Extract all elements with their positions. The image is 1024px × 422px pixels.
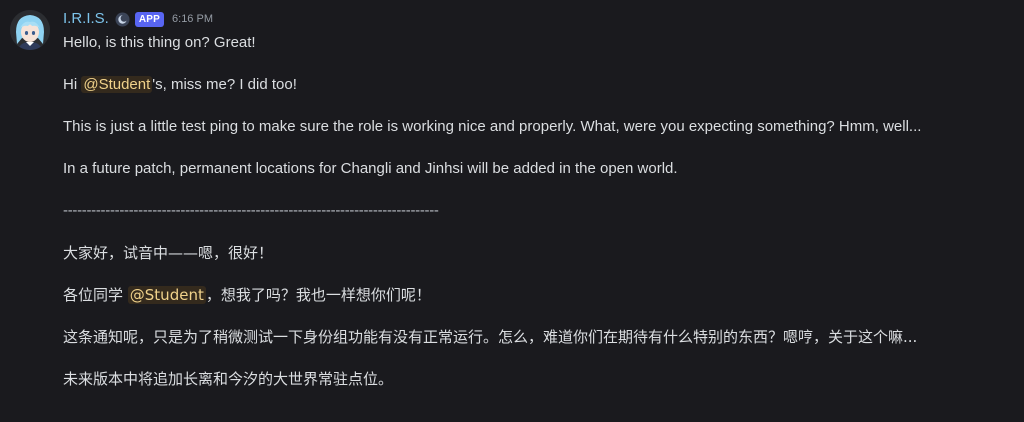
message-text: 's, miss me? I did too! bbox=[152, 76, 297, 93]
character-avatar-icon bbox=[10, 10, 50, 50]
message-text: Hi bbox=[63, 76, 82, 93]
message-text: ，想我了吗？我也一样想你们呢！ bbox=[205, 286, 431, 304]
app-tag: APP bbox=[134, 11, 165, 27]
message-line: Hi @Student's, miss me? I did too! bbox=[63, 74, 1008, 96]
message-header: I.R.I.S. APP 6:16 PM bbox=[63, 8, 1008, 30]
timestamp[interactable]: 6:16 PM bbox=[172, 8, 213, 30]
message-content: Hello, is this thing on? Great! Hi @Stud… bbox=[63, 32, 1008, 390]
chat-message: I.R.I.S. APP 6:16 PM Hello, is this thin… bbox=[0, 0, 1024, 422]
message-line: 各位同学 @Student ，想我了吗？我也一样想你们呢！ bbox=[63, 284, 1008, 306]
message-text: 各位同学 bbox=[63, 286, 128, 304]
message-line: In a future patch, permanent locations f… bbox=[63, 160, 678, 177]
message-line: Hello, is this thing on? Great! bbox=[63, 34, 256, 51]
author-name[interactable]: I.R.I.S. bbox=[63, 8, 109, 30]
user-mention[interactable]: @Student bbox=[127, 286, 206, 304]
user-mention[interactable]: @Student bbox=[81, 76, 153, 93]
message-line: 这条通知呢，只是为了稍微测试一下身份组功能有没有正常运行。怎么，难道你们在期待有… bbox=[63, 328, 918, 346]
divider-line: ----------------------------------------… bbox=[63, 202, 439, 219]
message-line: 大家好，试音中——嗯，很好！ bbox=[63, 244, 274, 262]
moon-badge-icon bbox=[115, 12, 130, 27]
avatar[interactable] bbox=[10, 10, 50, 50]
message-line: This is just a little test ping to make … bbox=[63, 118, 922, 135]
message-line: 未来版本中将追加长离和今汐的大世界常驻点位。 bbox=[63, 370, 394, 388]
